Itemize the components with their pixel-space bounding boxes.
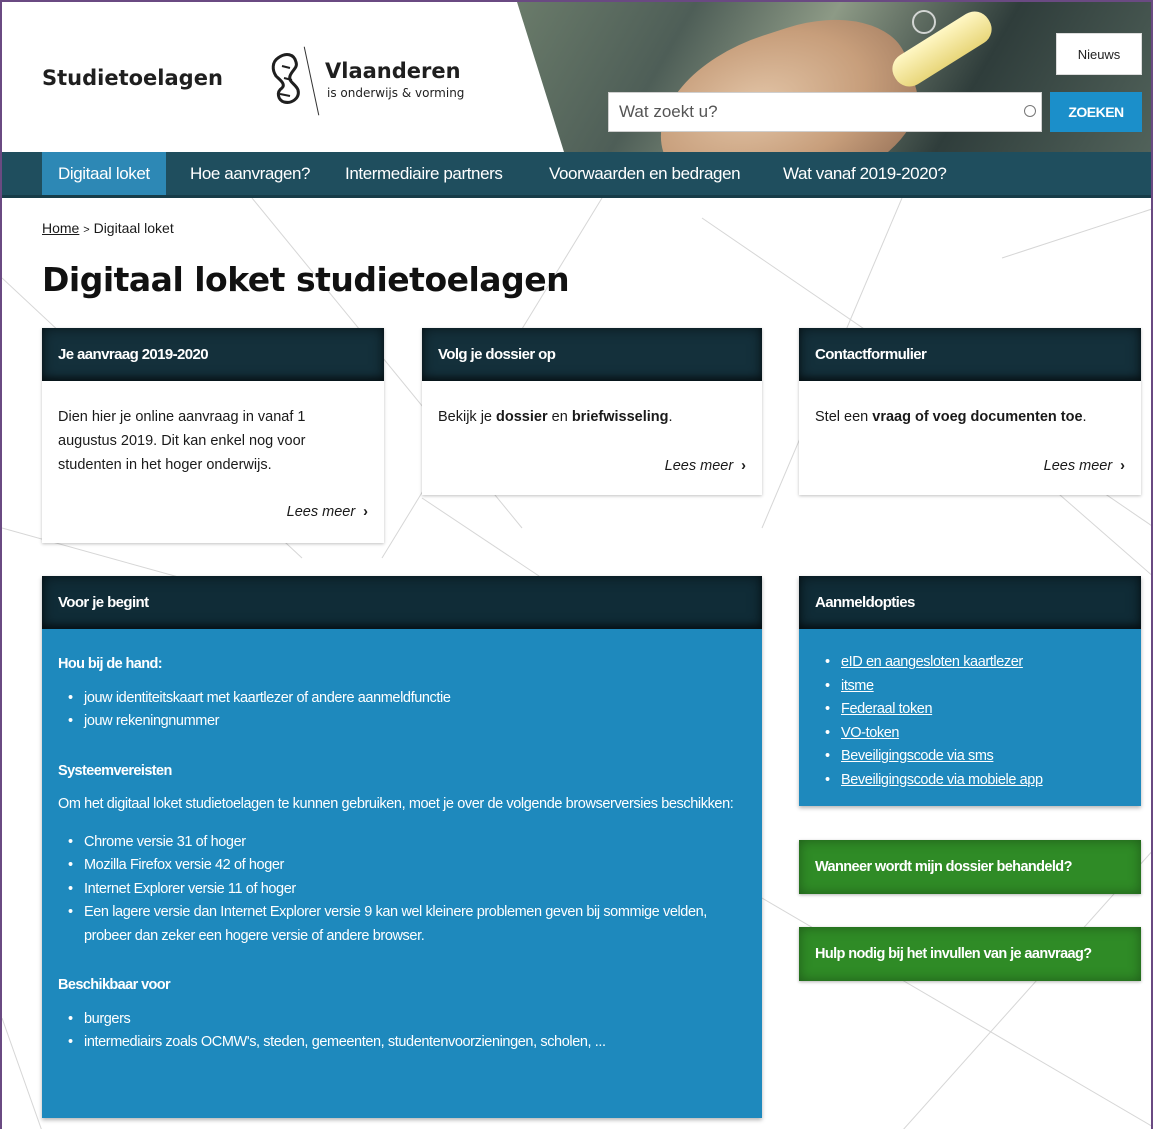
card-aanvraag: Je aanvraag 2019-2020 Dien hier je onlin… (42, 328, 384, 543)
nav-item-wat-vanaf[interactable]: Wat vanaf 2019-2020? (783, 152, 947, 195)
hou-bij-de-hand-list: jouw identiteitskaart met kaartlezer of … (58, 687, 746, 734)
list-item: Een lagere versie dan Internet Explorer … (68, 901, 746, 948)
card-contact: Contactformulier Stel een vraag of voeg … (799, 328, 1141, 495)
dossier-behandeld-button[interactable]: Wanneer wordt mijn dossier behandeld? (799, 840, 1141, 894)
panel-aanmeldopties: Aanmeldopties eID en aangesloten kaartle… (799, 576, 1141, 806)
aanmeldopties-list: eID en aangesloten kaartlezer itsme Fede… (815, 651, 1125, 792)
lees-meer-label: Lees meer (286, 504, 356, 520)
nav-item-voorwaarden-en-bedragen[interactable]: Voorwaarden en bedragen (549, 152, 741, 195)
card-dossier-lees-meer-link[interactable]: Lees meer › (665, 458, 746, 474)
site-title[interactable]: Studietoelagen (42, 66, 223, 90)
list-item: jouw identiteitskaart met kaartlezer of … (68, 687, 746, 711)
aanmeldoptie-eid-link[interactable]: eID en aangesloten kaartlezer (841, 654, 1023, 670)
chevron-right-icon: › (1120, 458, 1125, 474)
list-item: Chrome versie 31 of hoger (68, 831, 746, 855)
list-item: burgers (68, 1008, 746, 1032)
lees-meer-label: Lees meer (1043, 458, 1113, 474)
logo-name: Vlaanderen (325, 59, 461, 83)
search-input[interactable] (608, 92, 1042, 132)
systeemvereisten-list: Chrome versie 31 of hoger Mozilla Firefo… (58, 831, 746, 949)
chevron-right-icon: › (741, 458, 746, 474)
breadcrumb-separator: > (83, 224, 90, 236)
nav-item-digitaal-loket[interactable]: Digitaal loket (42, 152, 166, 195)
card-aanvraag-title[interactable]: Je aanvraag 2019-2020 (42, 328, 384, 381)
panel-aanmeldopties-title: Aanmeldopties (799, 576, 1141, 629)
panel-voor-je-begint-title: Voor je begint (42, 576, 762, 629)
site-header: Studietoelagen Vlaanderen is onderwijs &… (2, 2, 1151, 152)
card-aanvraag-lees-meer-link[interactable]: Lees meer › (287, 504, 368, 520)
aanmeldoptie-vo-token-link[interactable]: VO-token (841, 725, 899, 741)
lees-meer-label: Lees meer (664, 458, 734, 474)
list-item: Internet Explorer versie 11 of hoger (68, 878, 746, 902)
beschikbaar-voor-list: burgers intermediairs zoals OCMW's, sted… (58, 1008, 746, 1055)
nav-item-intermediaire-partners[interactable]: Intermediaire partners (345, 152, 503, 195)
card-dossier-body: Bekijk je dossier en briefwisseling. (438, 409, 673, 425)
news-button[interactable]: Nieuws (1056, 33, 1142, 75)
nav-item-hoe-aanvragen[interactable]: Hoe aanvragen? (190, 152, 311, 195)
section-systeemvereisten-title: Systeemvereisten (58, 762, 172, 779)
section-beschikbaar-voor-title: Beschikbaar voor (58, 977, 171, 993)
main-navigation: Digitaal loket Hoe aanvragen? Intermedia… (2, 152, 1151, 198)
page-title: Digitaal loket studietoelagen (42, 260, 570, 299)
systeemvereisten-text: Om het digitaal loket studietoelagen te … (58, 796, 734, 812)
aanmeldoptie-federaal-token-link[interactable]: Federaal token (841, 701, 933, 717)
aanmeldoptie-mobiele-app-link[interactable]: Beveiligingscode via mobiele app (841, 772, 1043, 788)
chevron-right-icon: › (363, 504, 368, 520)
aanmeldoptie-sms-link[interactable]: Beveiligingscode via sms (841, 748, 994, 764)
search-clear-icon (1024, 105, 1036, 117)
search-button[interactable]: ZOEKEN (1050, 92, 1142, 132)
logo-subtitle: is onderwijs & vorming (327, 86, 465, 100)
card-dossier: Volg je dossier op Bekijk je dossier en … (422, 328, 762, 495)
aanmeldoptie-itsme-link[interactable]: itsme (841, 678, 874, 694)
page: Studietoelagen Vlaanderen is onderwijs &… (0, 0, 1153, 1129)
section-hou-bij-de-hand-title: Hou bij de hand: (58, 656, 163, 672)
hulp-nodig-button[interactable]: Hulp nodig bij het invullen van je aanvr… (799, 927, 1141, 981)
breadcrumb: Home > Digitaal loket (42, 220, 174, 236)
list-item: Mozilla Firefox versie 42 of hoger (68, 854, 746, 878)
card-contact-lees-meer-link[interactable]: Lees meer › (1044, 458, 1125, 474)
card-aanvraag-body: Dien hier je online aanvraag in vanaf 1 … (58, 409, 306, 473)
card-contact-body: Stel een vraag of voeg documenten toe. (815, 409, 1087, 425)
card-contact-title[interactable]: Contactformulier (799, 328, 1141, 381)
breadcrumb-current: Digitaal loket (93, 220, 174, 236)
list-item: intermediairs zoals OCMW's, steden, geme… (68, 1031, 746, 1055)
card-dossier-title[interactable]: Volg je dossier op (422, 328, 762, 381)
list-item: jouw rekeningnummer (68, 710, 746, 734)
breadcrumb-home-link[interactable]: Home (42, 220, 79, 236)
panel-voor-je-begint: Voor je begint Hou bij de hand: jouw ide… (42, 576, 762, 1118)
